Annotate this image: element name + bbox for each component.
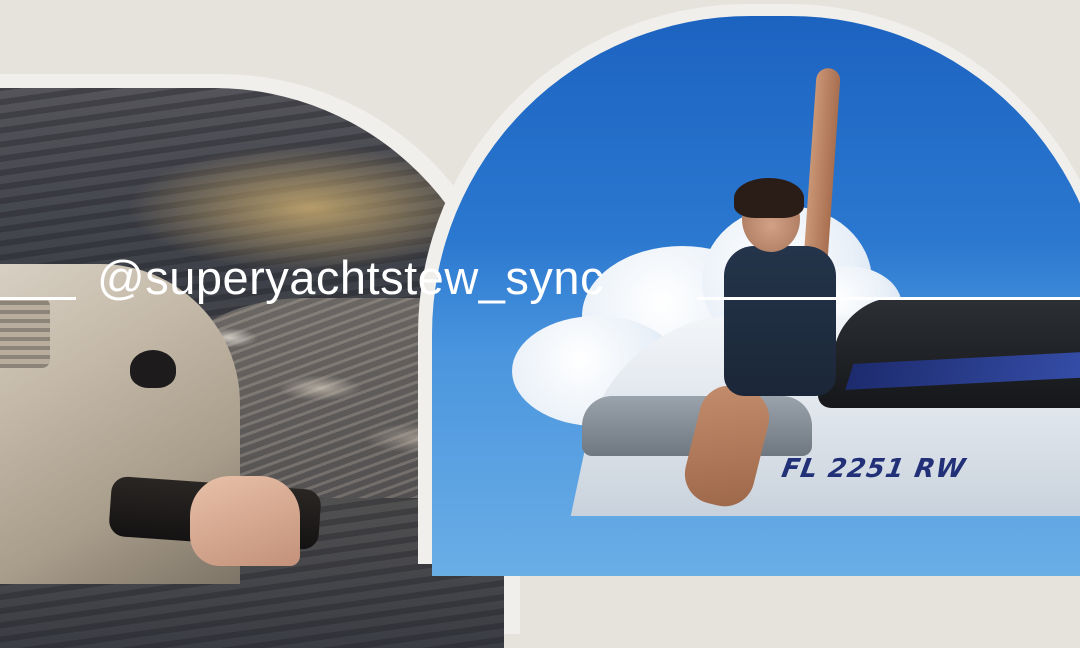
- jetski-console: [811, 298, 1080, 408]
- jetski-vent: [0, 298, 50, 368]
- handle-line-left: [0, 297, 76, 300]
- person-hair: [734, 178, 804, 218]
- rider-hand: [190, 476, 300, 566]
- jetski-mirror: [130, 350, 176, 388]
- life-vest: [724, 246, 836, 396]
- hull-registration-text: FL 2251 RW: [779, 454, 969, 484]
- social-handle: @superyachtstew_sync: [97, 251, 605, 304]
- handle-line-right: [697, 297, 1080, 300]
